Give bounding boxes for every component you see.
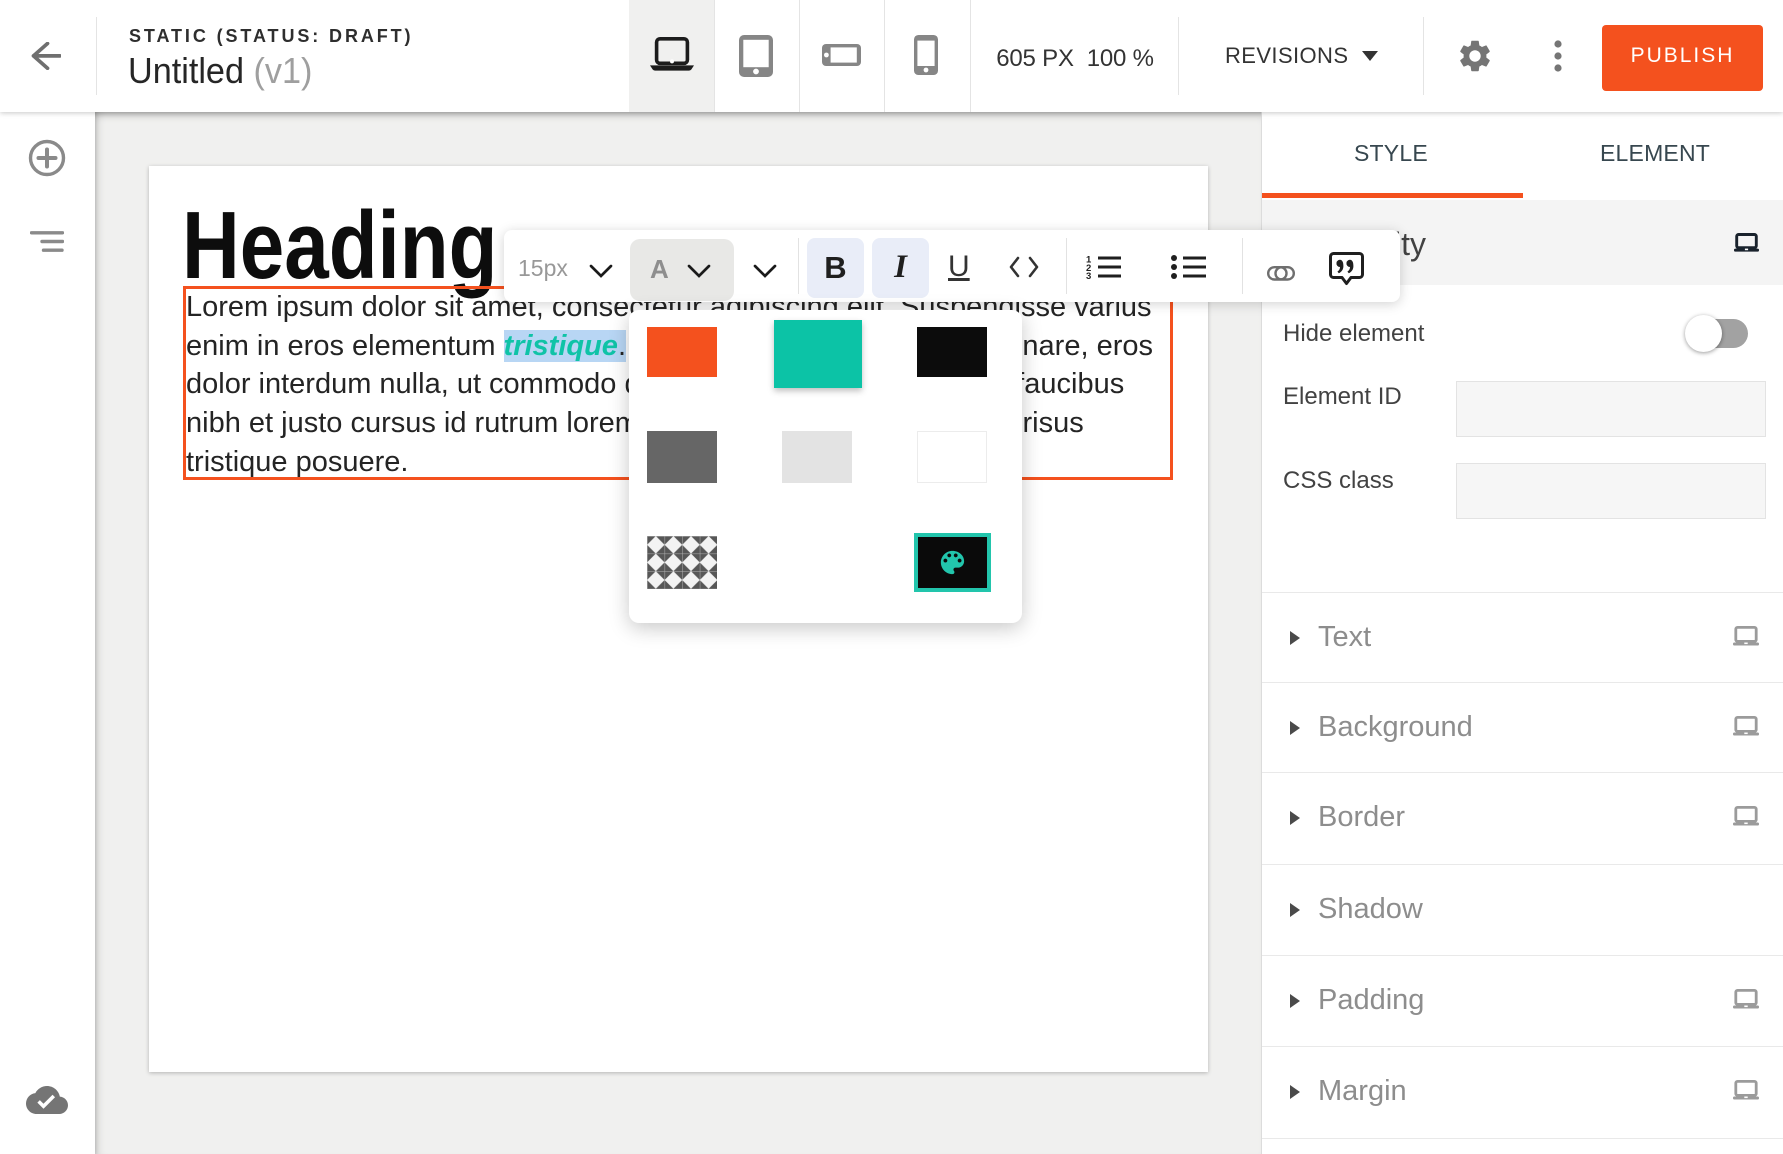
svg-text:3: 3 [1086, 271, 1091, 279]
